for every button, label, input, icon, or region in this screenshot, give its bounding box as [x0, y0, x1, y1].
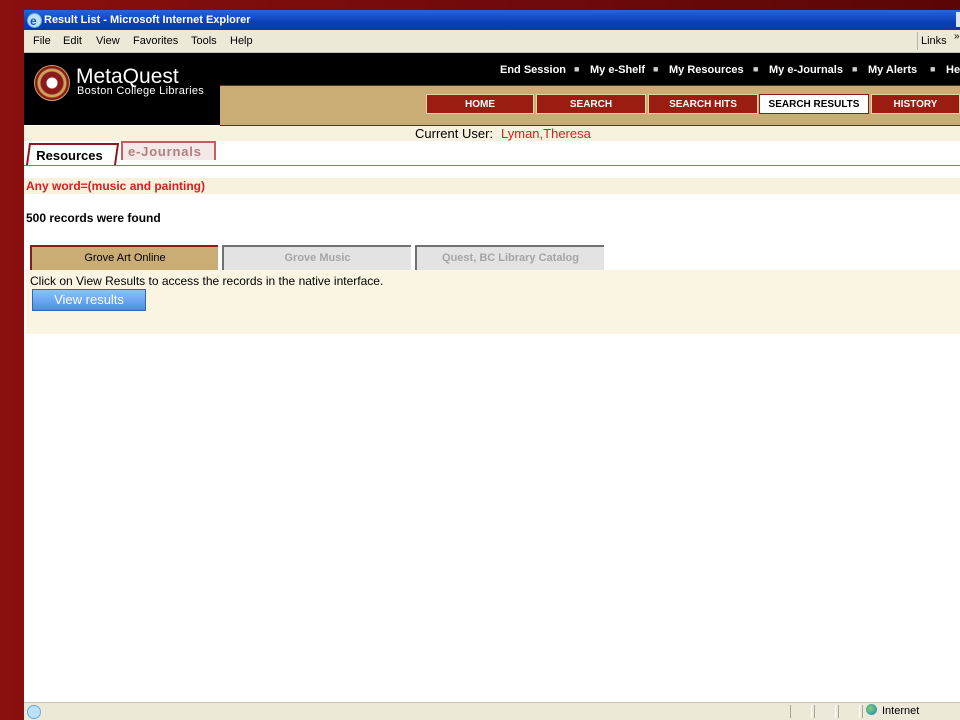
current-user-label: Current User:: [415, 126, 494, 141]
nav-search-hits[interactable]: SEARCH HITS: [648, 94, 758, 114]
bc-seal-icon: [34, 65, 70, 101]
nav-search-results[interactable]: SEARCH RESULTS: [759, 94, 869, 114]
main-nav: HOME SEARCH SEARCH HITS SEARCH RESULTS H…: [220, 86, 960, 127]
nav-home[interactable]: HOME: [426, 94, 534, 114]
browser-window: Result List - Microsoft Internet Explore…: [24, 10, 960, 720]
ie-icon: [27, 11, 42, 31]
status-cell: [814, 705, 836, 718]
nav-history[interactable]: HISTORY: [871, 94, 960, 114]
db-tab-grove-art[interactable]: Grove Art Online: [30, 245, 218, 270]
nav-search[interactable]: SEARCH: [536, 94, 646, 114]
menu-separator: [917, 32, 918, 50]
separator-dot: ■: [574, 64, 580, 74]
view-results-button[interactable]: View results: [32, 289, 146, 311]
db-tab-grove-music[interactable]: Grove Music: [222, 245, 411, 270]
links-toolbar[interactable]: Links: [921, 35, 947, 47]
query-summary: Any word=(music and painting): [24, 178, 960, 194]
separator-dot: ■: [653, 64, 659, 74]
tab-ejournals[interactable]: e-Journals: [121, 141, 216, 160]
status-bar: Internet: [24, 702, 960, 720]
minimize-button[interactable]: [956, 12, 960, 27]
my-ejournals-link[interactable]: My e-Journals: [769, 64, 843, 76]
title-bar: Result List - Microsoft Internet Explore…: [24, 10, 960, 31]
metaquest-logo[interactable]: MetaQuest Boston College Libraries: [24, 53, 220, 125]
separator-dot: ■: [852, 64, 858, 74]
window-title: Result List - Microsoft Internet Explore…: [44, 14, 251, 26]
view-results-hint: Click on View Results to access the reco…: [30, 274, 384, 288]
menu-bar: File Edit View Favorites Tools Help Link…: [24, 30, 960, 53]
my-eshelf-link[interactable]: My e-Shelf: [590, 64, 645, 76]
menu-view[interactable]: View: [96, 35, 120, 47]
status-cell: [790, 705, 812, 718]
page-status-icon: [27, 705, 41, 719]
end-session-link[interactable]: End Session: [500, 64, 566, 76]
my-alerts-link[interactable]: My Alerts: [868, 64, 917, 76]
tab-baseline: [24, 165, 960, 166]
separator-dot: ■: [930, 64, 936, 74]
menu-help[interactable]: Help: [230, 35, 253, 47]
my-resources-link[interactable]: My Resources: [669, 64, 744, 76]
top-links-bar: End Session ■ My e-Shelf ■ My Resources …: [220, 53, 960, 86]
separator-dot: ■: [753, 64, 759, 74]
records-found: 500 records were found: [26, 211, 161, 225]
resource-tabs: Resources e-Journals: [24, 141, 960, 173]
menu-tools[interactable]: Tools: [191, 35, 217, 47]
globe-icon: [866, 704, 877, 715]
menu-file[interactable]: File: [33, 35, 51, 47]
db-tab-quest-catalog[interactable]: Quest, BC Library Catalog: [415, 245, 604, 270]
status-cell: [838, 705, 860, 718]
zone-label: Internet: [882, 705, 920, 717]
help-link[interactable]: He: [946, 64, 960, 76]
tab-resources-label: Resources: [36, 148, 103, 163]
menu-edit[interactable]: Edit: [63, 35, 82, 47]
results-panel: Click on View Results to access the reco…: [26, 270, 960, 334]
current-user-bar: Current User: Lyman,Theresa: [24, 126, 960, 141]
current-user-name: Lyman,Theresa: [501, 126, 591, 141]
site-header: MetaQuest Boston College Libraries End S…: [24, 53, 960, 127]
menu-favorites[interactable]: Favorites: [133, 35, 178, 47]
links-chevron-icon[interactable]: »: [954, 31, 960, 42]
logo-subtitle: Boston College Libraries: [77, 85, 205, 97]
tab-resources[interactable]: Resources: [26, 143, 120, 165]
